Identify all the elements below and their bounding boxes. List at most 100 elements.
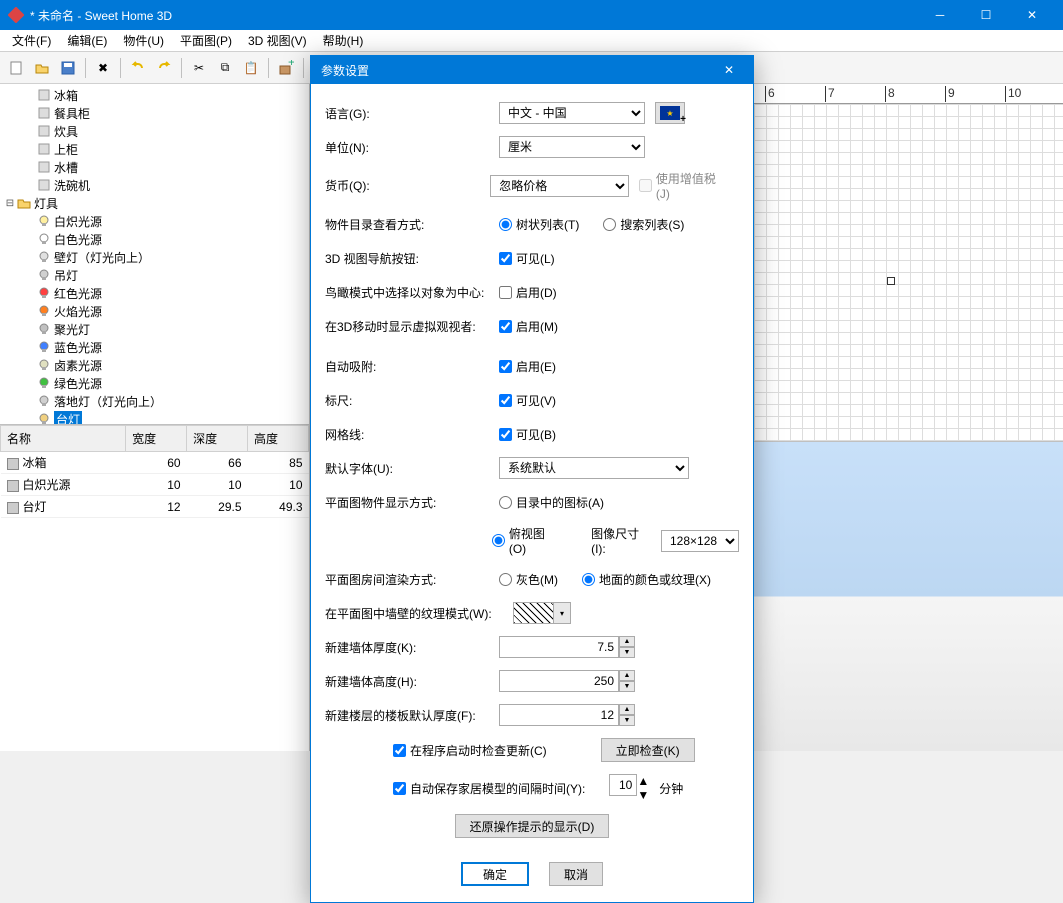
menu-help[interactable]: 帮助(H) xyxy=(315,30,372,51)
redo-button[interactable] xyxy=(152,56,176,80)
tree-item[interactable]: 火焰光源 xyxy=(0,302,309,320)
spin-up-icon[interactable]: ▲ xyxy=(637,774,649,788)
tree-category[interactable]: ⊟灯具 xyxy=(0,194,309,212)
tree-item[interactable]: 洗碗机 xyxy=(0,176,309,194)
spin-down-icon[interactable]: ▼ xyxy=(619,681,635,692)
spin-down-icon[interactable]: ▼ xyxy=(637,788,649,802)
table-row[interactable]: 白炽光源101010 xyxy=(1,474,309,496)
ruler-tick: 9 xyxy=(945,86,955,102)
font-select[interactable]: 系统默认 xyxy=(499,457,689,479)
maximize-button[interactable]: ☐ xyxy=(963,0,1009,30)
tree-item[interactable]: 卤素光源 xyxy=(0,356,309,374)
open-button[interactable] xyxy=(30,56,54,80)
grid-visible-checkbox[interactable]: 可见(B) xyxy=(499,426,556,443)
item-icon xyxy=(36,123,52,139)
wall-height-spinner[interactable]: ▲▼ xyxy=(499,670,635,692)
furniture-top-radio[interactable]: 俯视图(O) xyxy=(492,525,559,556)
col-depth[interactable]: 深度 xyxy=(187,426,248,452)
unit-select[interactable]: 厘米 xyxy=(499,136,645,158)
language-select[interactable]: 中文 - 中国 xyxy=(499,102,645,124)
spin-up-icon[interactable]: ▲ xyxy=(619,636,635,647)
tree-item[interactable]: 白色光源 xyxy=(0,230,309,248)
undo-button[interactable] xyxy=(126,56,150,80)
ok-button[interactable]: 确定 xyxy=(461,862,529,886)
tree-item[interactable]: 吊灯 xyxy=(0,266,309,284)
tree-item[interactable]: 台灯 xyxy=(0,410,309,424)
menu-plan[interactable]: 平面图(P) xyxy=(172,30,240,51)
table-row[interactable]: 冰箱606685 xyxy=(1,452,309,474)
tree-item[interactable]: 绿色光源 xyxy=(0,374,309,392)
col-name[interactable]: 名称 xyxy=(1,426,126,452)
nav-visible-checkbox[interactable]: 可见(L) xyxy=(499,250,555,267)
add-furniture-button[interactable]: + xyxy=(274,56,298,80)
cancel-button[interactable]: 取消 xyxy=(549,862,603,886)
ruler-visible-checkbox[interactable]: 可见(V) xyxy=(499,392,556,409)
spin-down-icon[interactable]: ▼ xyxy=(619,715,635,726)
tree-item[interactable]: 水槽 xyxy=(0,158,309,176)
tree-item[interactable]: 红色光源 xyxy=(0,284,309,302)
menu-bar: 文件(F) 编辑(E) 物件(U) 平面图(P) 3D 视图(V) 帮助(H) xyxy=(0,30,1063,52)
menu-furniture[interactable]: 物件(U) xyxy=(115,30,172,51)
catalog-tree-radio[interactable]: 树状列表(T) xyxy=(499,216,579,233)
wall-height-label: 新建墙体高度(H): xyxy=(325,673,489,690)
check-updates-checkbox[interactable]: 在程序启动时检查更新(C) xyxy=(393,742,547,759)
dialog-close-button[interactable]: ✕ xyxy=(715,56,743,84)
spin-up-icon[interactable]: ▲ xyxy=(619,670,635,681)
currency-select[interactable]: 忽略价格 xyxy=(490,175,629,197)
catalog-tree[interactable]: 冰箱餐具柜炊具上柜水槽洗碗机⊟灯具白炽光源白色光源壁灯（灯光向上）吊灯红色光源火… xyxy=(0,84,309,424)
tree-item[interactable]: 聚光灯 xyxy=(0,320,309,338)
item-icon xyxy=(36,177,52,193)
spin-up-icon[interactable]: ▲ xyxy=(619,704,635,715)
autosave-checkbox[interactable]: 自动保存家居模型的间隔时间(Y): xyxy=(393,780,585,797)
expander-icon[interactable]: ⊟ xyxy=(4,198,16,209)
furniture-icon-radio[interactable]: 目录中的图标(A) xyxy=(499,494,604,511)
magnet-enable-checkbox[interactable]: 启用(E) xyxy=(499,358,556,375)
minimize-button[interactable]: ─ xyxy=(917,0,963,30)
save-button[interactable] xyxy=(56,56,80,80)
spin-down-icon[interactable]: ▼ xyxy=(619,647,635,658)
catalog-search-radio[interactable]: 搜索列表(S) xyxy=(603,216,684,233)
reset-tips-button[interactable]: 还原操作提示的显示(D) xyxy=(455,814,610,838)
col-width[interactable]: 宽度 xyxy=(126,426,187,452)
aerial-enable-checkbox[interactable]: 启用(D) xyxy=(499,284,557,301)
svg-text:+: + xyxy=(288,60,294,69)
catalog-view-label: 物件目录查看方式: xyxy=(325,216,489,233)
tree-item[interactable]: 上柜 xyxy=(0,140,309,158)
cut-button[interactable]: ✂ xyxy=(187,56,211,80)
tree-item[interactable]: 炊具 xyxy=(0,122,309,140)
copy-button[interactable]: ⧉ xyxy=(213,56,237,80)
observer-enable-checkbox[interactable]: 启用(M) xyxy=(499,318,558,335)
table-row[interactable]: 台灯1229.549.3 xyxy=(1,496,309,518)
paste-button[interactable]: 📋 xyxy=(239,56,263,80)
autosave-interval-spinner[interactable]: ▲▼ xyxy=(609,774,649,802)
menu-edit[interactable]: 编辑(E) xyxy=(59,30,115,51)
language-flag-button[interactable]: + xyxy=(655,102,685,124)
furniture-table[interactable]: 名称 宽度 深度 高度 冰箱606685白炽光源101010台灯1229.549… xyxy=(0,424,309,751)
menu-file[interactable]: 文件(F) xyxy=(4,30,59,51)
check-now-button[interactable]: 立即检查(K) xyxy=(601,738,695,762)
tree-item[interactable]: 壁灯（灯光向上） xyxy=(0,248,309,266)
col-height[interactable]: 高度 xyxy=(248,426,309,452)
image-size-select[interactable]: 128×128 xyxy=(661,530,739,552)
bulb-icon xyxy=(36,285,52,301)
tree-item[interactable]: 白炽光源 xyxy=(0,212,309,230)
ruler-tick: 10 xyxy=(1005,86,1021,102)
room-floor-radio[interactable]: 地面的颜色或纹理(X) xyxy=(582,571,711,588)
placed-object[interactable] xyxy=(887,277,895,285)
preferences-button[interactable]: ✖ xyxy=(91,56,115,80)
tree-item[interactable]: 餐具柜 xyxy=(0,104,309,122)
wall-thick-spinner[interactable]: ▲▼ xyxy=(499,636,635,658)
ruler-label: 标尺: xyxy=(325,392,489,409)
new-button[interactable] xyxy=(4,56,28,80)
tree-item[interactable]: 蓝色光源 xyxy=(0,338,309,356)
close-button[interactable]: ✕ xyxy=(1009,0,1055,30)
floor-thick-spinner[interactable]: ▲▼ xyxy=(499,704,635,726)
dialog-titlebar[interactable]: 参数设置 ✕ xyxy=(311,56,753,84)
tree-item[interactable]: 冰箱 xyxy=(0,86,309,104)
tree-item[interactable]: 落地灯（灯光向上） xyxy=(0,392,309,410)
vat-checkbox[interactable]: 使用增值税(J) xyxy=(639,170,725,201)
room-gray-radio[interactable]: 灰色(M) xyxy=(499,571,558,588)
wall-pattern-select[interactable]: ▾ xyxy=(513,602,571,624)
bulb-icon xyxy=(36,393,52,409)
menu-3dview[interactable]: 3D 视图(V) xyxy=(240,30,315,51)
